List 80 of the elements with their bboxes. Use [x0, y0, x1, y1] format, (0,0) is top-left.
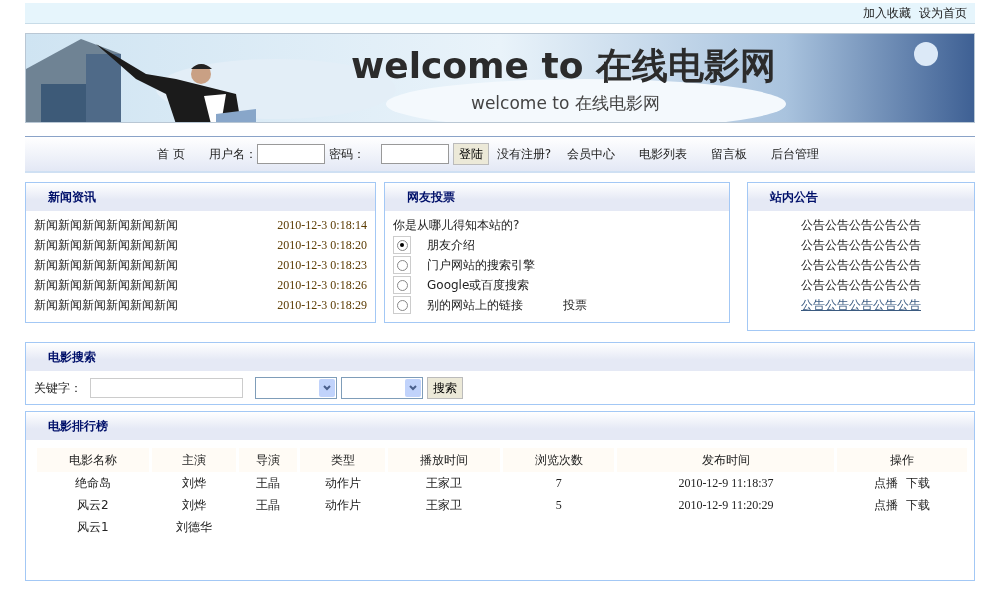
table-cell-text: 王家卫	[425, 475, 464, 492]
action-link[interactable]: 点播	[874, 476, 899, 490]
notice-link[interactable]: 公告公告公告公告公告	[801, 235, 921, 255]
news-link[interactable]: 新闻新闻新闻新闻新闻新闻	[34, 275, 178, 295]
column-header: 发布时间	[617, 448, 835, 472]
notice-link[interactable]: 公告公告公告公告公告	[801, 275, 921, 295]
news-time: 2010-12-3 0:18:20	[277, 237, 367, 254]
news-link[interactable]: 新闻新闻新闻新闻新闻新闻	[34, 255, 178, 275]
nav-link[interactable]: 留言板	[711, 145, 748, 163]
notice-link[interactable]: 公告公告公告公告公告	[801, 255, 921, 275]
banner-subtitle: welcome to 在线电影网	[471, 92, 660, 115]
news-link[interactable]: 新闻新闻新闻新闻新闻新闻	[34, 295, 178, 315]
table-cell-text: 王晶	[255, 475, 282, 492]
radio-button[interactable]	[396, 299, 408, 311]
chevron-down-icon	[409, 384, 417, 391]
notice-link[interactable]: 公告公告公告公告公告	[801, 215, 921, 235]
poll-option: 朋友介绍	[427, 236, 475, 254]
radio-button[interactable]	[396, 279, 408, 291]
chevron-down-icon	[323, 384, 331, 391]
password-field[interactable]	[380, 144, 449, 164]
column-header: 导演	[239, 448, 298, 472]
poll-option: 门户网站的搜索引擎	[427, 256, 535, 274]
poll-question: 你是从哪儿得知本站的?	[393, 217, 521, 234]
register-link[interactable]: 没有注册?	[496, 145, 552, 163]
table-cell-text: 动作片	[323, 497, 362, 514]
password-label: 密码：	[328, 146, 365, 163]
panel-title: 网友投票	[385, 183, 729, 211]
home-link[interactable]: 首 页	[156, 145, 185, 163]
nav-link[interactable]: 会员中心	[567, 145, 616, 163]
column-header: 电影名称	[37, 448, 149, 472]
table-cell-text: 风云2	[76, 497, 110, 514]
news-time: 2010-12-3 0:18:14	[277, 217, 367, 234]
nav-link[interactable]: 后台管理	[771, 145, 820, 163]
notice-link[interactable]: 公告公告公告公告公告	[801, 295, 921, 315]
table-cell-text: 绝命岛	[73, 475, 112, 492]
search-button[interactable]: 搜索	[427, 376, 463, 399]
username-field[interactable]	[256, 144, 325, 164]
poll-option: Google或百度搜索	[427, 276, 530, 294]
action-link[interactable]: 下载	[906, 498, 931, 512]
nav-link[interactable]: 电影列表	[639, 145, 688, 163]
top-link[interactable]: 设为首页	[919, 4, 967, 22]
news-link[interactable]: 新闻新闻新闻新闻新闻新闻	[34, 235, 178, 255]
panel-title: 电影搜索	[26, 343, 974, 371]
column-header: 浏览次数	[502, 448, 615, 472]
login-button[interactable]: 登陆	[452, 143, 489, 165]
action-link[interactable]: 下载	[906, 476, 931, 490]
table-cell-text: 5	[554, 497, 563, 514]
table-cell-text: 动作片	[323, 475, 362, 492]
keyword-label: 关键字：	[34, 379, 82, 397]
table-cell-text: 2010-12-9 11:20:29	[677, 497, 775, 514]
table-cell-text: 刘烨	[181, 475, 207, 492]
poll-option: 别的网站上的链接	[427, 296, 523, 314]
username-label: 用户名：	[208, 146, 257, 163]
action-link[interactable]: 点播	[874, 498, 899, 512]
panel-title: 新闻资讯	[26, 183, 375, 211]
top-link[interactable]: 加入收藏	[863, 4, 911, 22]
panel-title: 站内公告	[748, 183, 974, 211]
column-header: 操作	[837, 448, 967, 472]
news-time: 2010-12-3 0:18:23	[277, 257, 367, 274]
radio-button[interactable]	[396, 239, 408, 251]
panel-title: 电影排行榜	[26, 412, 974, 440]
column-header: 主演	[151, 448, 237, 472]
table-cell-text: 王晶	[255, 497, 282, 514]
news-time: 2010-12-3 0:18:26	[277, 277, 367, 294]
dropdown[interactable]	[255, 376, 337, 399]
dropdown[interactable]	[341, 376, 423, 399]
table-cell-text: 2010-12-9 11:18:37	[677, 475, 775, 492]
column-header: 类型	[300, 448, 386, 472]
table-cell-text: 刘烨	[181, 497, 207, 514]
table-cell-text: 刘德华	[175, 519, 213, 536]
news-time: 2010-12-3 0:18:29	[277, 297, 367, 314]
column-header: 播放时间	[388, 448, 500, 472]
table-cell-text: 风云1	[76, 519, 110, 536]
keyword-field[interactable]	[90, 377, 243, 398]
table-cell-text: 7	[554, 475, 563, 492]
banner-title: welcome to 在线电影网	[351, 46, 777, 86]
radio-button[interactable]	[396, 259, 408, 271]
table-cell-text: 王家卫	[425, 497, 464, 514]
news-link[interactable]: 新闻新闻新闻新闻新闻新闻	[34, 215, 178, 235]
vote-link[interactable]: 投票	[547, 296, 587, 314]
